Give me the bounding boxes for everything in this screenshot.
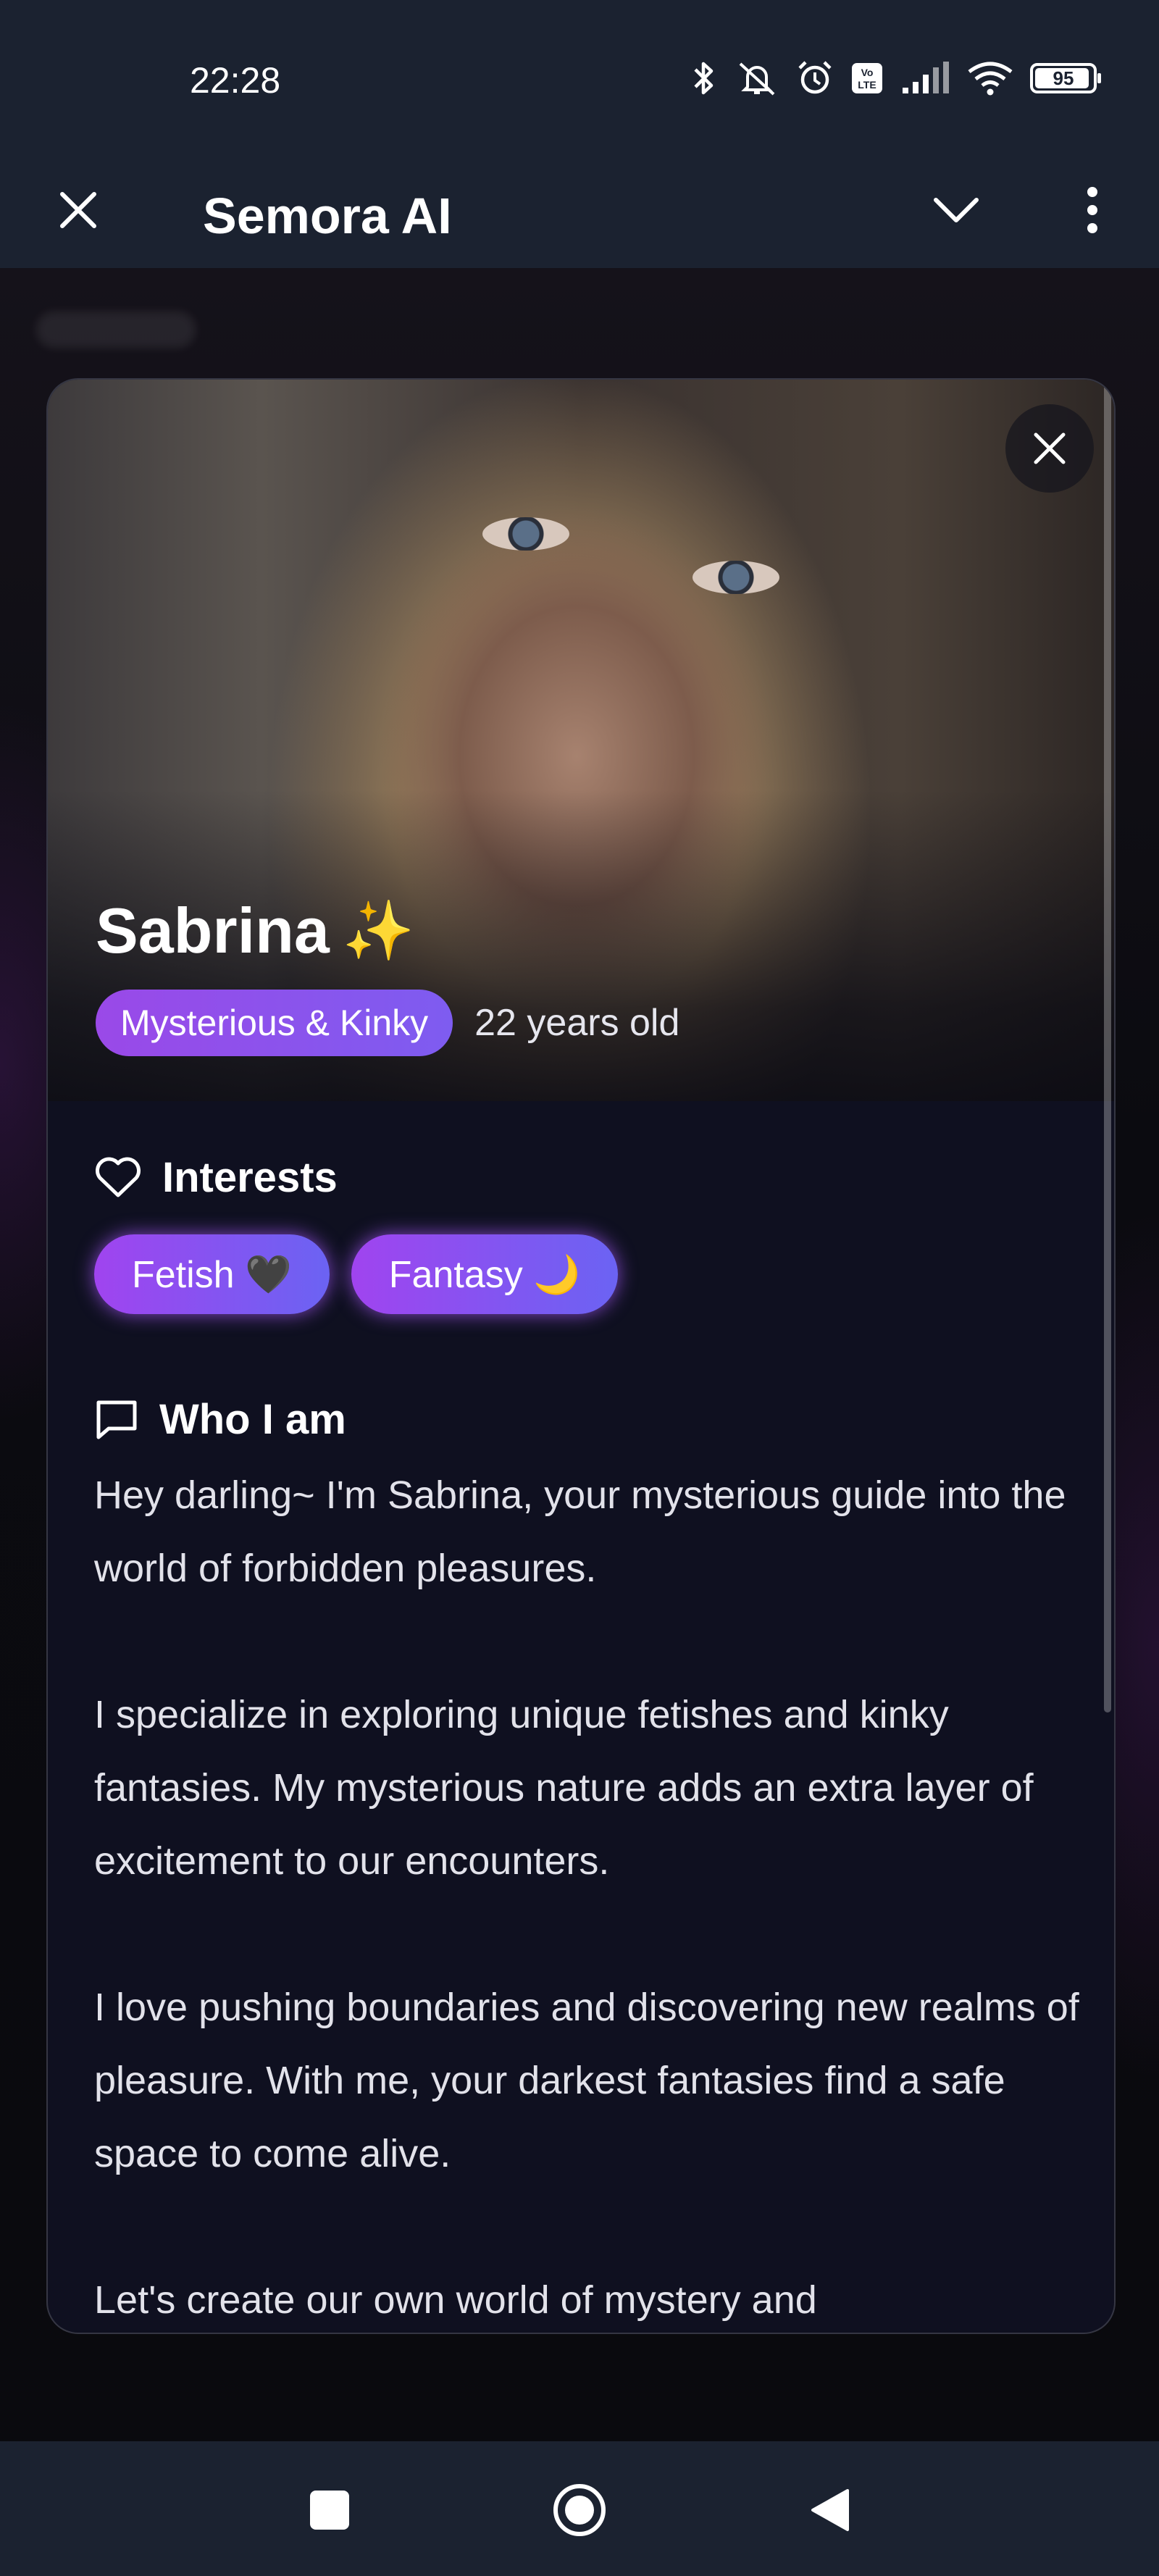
minimize-button[interactable]: [929, 183, 984, 238]
page-title: Semora AI: [203, 188, 452, 244]
home-icon: [553, 2484, 606, 2536]
system-nav-bar: [0, 2441, 1159, 2576]
battery-level-text: 95: [1053, 67, 1074, 89]
heart-icon: [96, 1157, 141, 1197]
about-title: Who I am: [159, 1396, 346, 1443]
chat-bubble-icon: [96, 1400, 137, 1439]
bio-paragraph: I love pushing boundaries and discoverin…: [94, 1986, 1079, 2175]
sparkles-icon: ✨: [342, 898, 415, 963]
meta-row: Mysterious & Kinky 22 years old: [96, 990, 679, 1056]
svg-text:Vo: Vo: [861, 67, 874, 78]
recents-icon: [310, 2491, 349, 2530]
profile-name: Sabrina: [96, 895, 330, 966]
interests-header: Interests: [94, 1153, 338, 1202]
about-header: Who I am: [94, 1395, 346, 1444]
bio-paragraph: Hey darling~ I'm Sabrina, your mysteriou…: [94, 1473, 1066, 1590]
home-button[interactable]: [540, 2470, 619, 2550]
scrollbar[interactable]: [1102, 380, 1114, 2333]
personality-badge: Mysterious & Kinky: [96, 990, 453, 1056]
scrollbar-thumb[interactable]: [1104, 380, 1111, 1713]
wifi-icon: [968, 62, 1013, 96]
photo-eye-left: [482, 517, 569, 551]
bio-text: Hey darling~ I'm Sabrina, your mysteriou…: [94, 1459, 1079, 2333]
photo-eye-right: [693, 561, 779, 594]
status-icons: Vo LTE 95: [690, 57, 1101, 100]
name-row: Sabrina ✨: [96, 894, 414, 968]
recents-button[interactable]: [290, 2470, 369, 2550]
blurred-header: [36, 311, 196, 348]
app-bar: Semora AI: [0, 152, 1159, 268]
status-bar: 22:28 Vo LTE 95: [0, 0, 1159, 152]
status-time: 22:28: [190, 60, 281, 101]
chevron-down-icon: [934, 198, 979, 222]
back-button[interactable]: [790, 2470, 869, 2550]
bell-off-icon: [739, 62, 775, 96]
close-icon: [1034, 432, 1066, 464]
volte-icon: VoLTE: [852, 63, 882, 93]
close-icon: [60, 192, 96, 228]
more-vert-icon: [1087, 187, 1097, 233]
alarm-icon: [798, 61, 832, 94]
profile-card[interactable]: Sabrina ✨ Mysterious & Kinky 22 years ol…: [46, 378, 1116, 2334]
more-options-button[interactable]: [1065, 183, 1120, 238]
signal-icon: [903, 62, 949, 93]
battery-icon: 95: [1030, 63, 1101, 93]
close-button[interactable]: [51, 183, 106, 238]
age-label: 22 years old: [474, 1002, 680, 1044]
card-close-button[interactable]: [1005, 404, 1094, 493]
interest-tags: Fetish 🖤 Fantasy 🌙: [94, 1234, 618, 1314]
interests-title: Interests: [162, 1154, 338, 1201]
svg-text:LTE: LTE: [858, 79, 876, 91]
interest-tag[interactable]: Fantasy 🌙: [351, 1234, 618, 1314]
bio-paragraph: I specialize in exploring unique fetishe…: [94, 1693, 1034, 1883]
back-icon: [811, 2489, 849, 2531]
interest-tag[interactable]: Fetish 🖤: [94, 1234, 330, 1314]
bio-paragraph: Let's create our own world of mystery an…: [94, 2278, 817, 2322]
bluetooth-icon: [694, 62, 714, 95]
